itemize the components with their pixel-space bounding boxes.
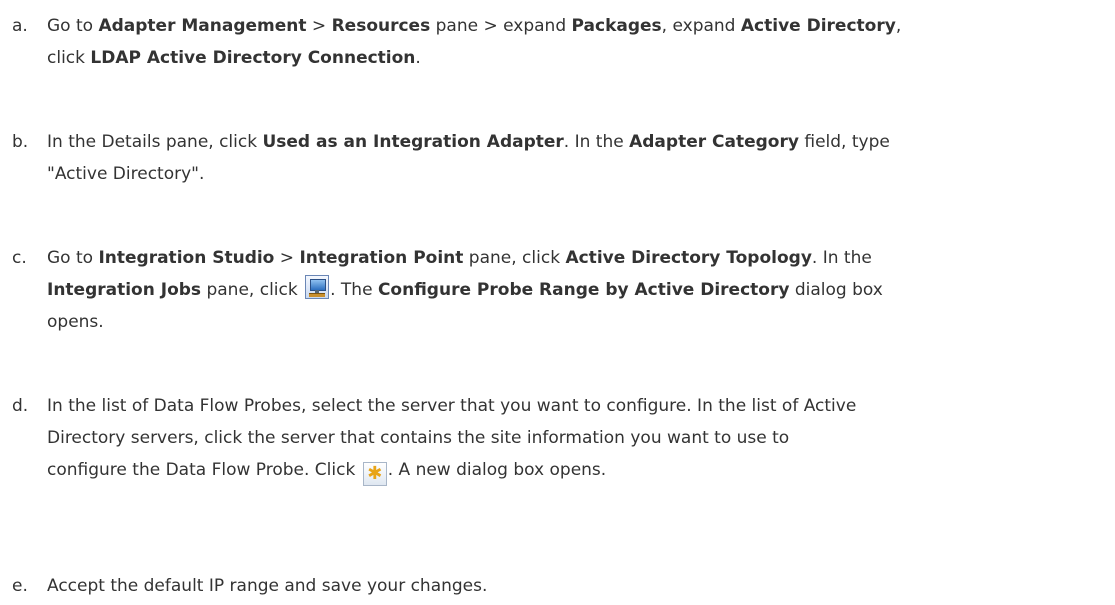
text-run: In the Details pane, click — [47, 132, 263, 152]
text-run: opens. — [47, 312, 104, 332]
new-icon: ✱ — [362, 462, 387, 486]
text-run: , expand — [661, 16, 741, 36]
text-run: . The — [330, 280, 378, 300]
text-run: . In the — [811, 248, 872, 268]
ui-term: Integration Jobs — [47, 280, 202, 300]
step-line: Integration Jobs pane, click . The Confi… — [12, 274, 1107, 306]
ui-term: Resources — [331, 16, 431, 36]
text-run: field, type — [798, 132, 890, 152]
text-run: In the list of Data Flow Probes, select … — [47, 396, 857, 416]
step-line: "Active Directory". — [12, 158, 1107, 190]
text-run: Go to — [47, 16, 99, 36]
step-marker: d. — [12, 396, 29, 416]
text-run: pane, click — [463, 248, 566, 268]
ui-term: Active Directory — [740, 16, 896, 36]
ui-term: Adapter Management — [98, 16, 307, 36]
text-run: , — [895, 16, 902, 36]
ui-term: Integration Studio — [98, 248, 275, 268]
text-run: Go to — [47, 248, 99, 268]
step-marker: a. — [12, 16, 28, 36]
text-run: . — [415, 48, 421, 68]
ui-term: Adapter Category — [629, 132, 799, 152]
step-line: e. Accept the default IP range and save y… — [12, 570, 1107, 602]
ui-term: LDAP Active Directory Connection — [90, 48, 416, 68]
step-line: opens. — [12, 306, 1107, 338]
text-run: Directory servers, click the server that… — [47, 428, 790, 448]
procedure-document: a. Go to Adapter Management > Resources p… — [0, 0, 1115, 605]
text-run: > — [306, 16, 332, 36]
step-d: d. In the list of Data Flow Probes, selec… — [12, 390, 1107, 486]
ui-term: Configure Probe Range by Active Director… — [377, 280, 790, 300]
step-line: Directory servers, click the server that… — [12, 422, 1107, 454]
step-line: c. Go to Integration Studio > Integration… — [12, 242, 1107, 274]
text-run: configure the Data Flow Probe. Click — [47, 460, 361, 480]
ui-term: Integration Point — [299, 248, 464, 268]
text-run: click — [47, 48, 91, 68]
text-run: > — [274, 248, 300, 268]
step-b: b. In the Details pane, click Used as an … — [12, 126, 1107, 190]
step-line: configure the Data Flow Probe. Click ✱. … — [12, 454, 1107, 486]
step-marker: e. — [12, 576, 28, 596]
ui-term: Active Directory Topology — [565, 248, 812, 268]
configure-probe-range-icon — [305, 275, 330, 299]
step-line: a. Go to Adapter Management > Resources p… — [12, 10, 1107, 42]
step-c: c. Go to Integration Studio > Integration… — [12, 242, 1107, 338]
text-run: pane, click — [201, 280, 304, 300]
step-a: a. Go to Adapter Management > Resources p… — [12, 10, 1107, 74]
step-line: click LDAP Active Directory Connection. — [12, 42, 1107, 74]
text-run: Accept the default IP range and save you… — [47, 576, 488, 596]
ui-term: Used as an Integration Adapter — [262, 132, 564, 152]
ui-term: Packages — [571, 16, 662, 36]
text-run: pane > expand — [430, 16, 572, 36]
text-run: "Active Directory". — [47, 164, 205, 184]
step-e: e. Accept the default IP range and save y… — [12, 570, 1107, 602]
step-line: d. In the list of Data Flow Probes, selec… — [12, 390, 1107, 422]
text-run: . A new dialog box opens. — [387, 460, 607, 480]
text-run: dialog box — [789, 280, 883, 300]
step-line: b. In the Details pane, click Used as an … — [12, 126, 1107, 158]
step-marker: c. — [12, 248, 27, 268]
step-marker: b. — [12, 132, 29, 152]
text-run: . In the — [563, 132, 630, 152]
